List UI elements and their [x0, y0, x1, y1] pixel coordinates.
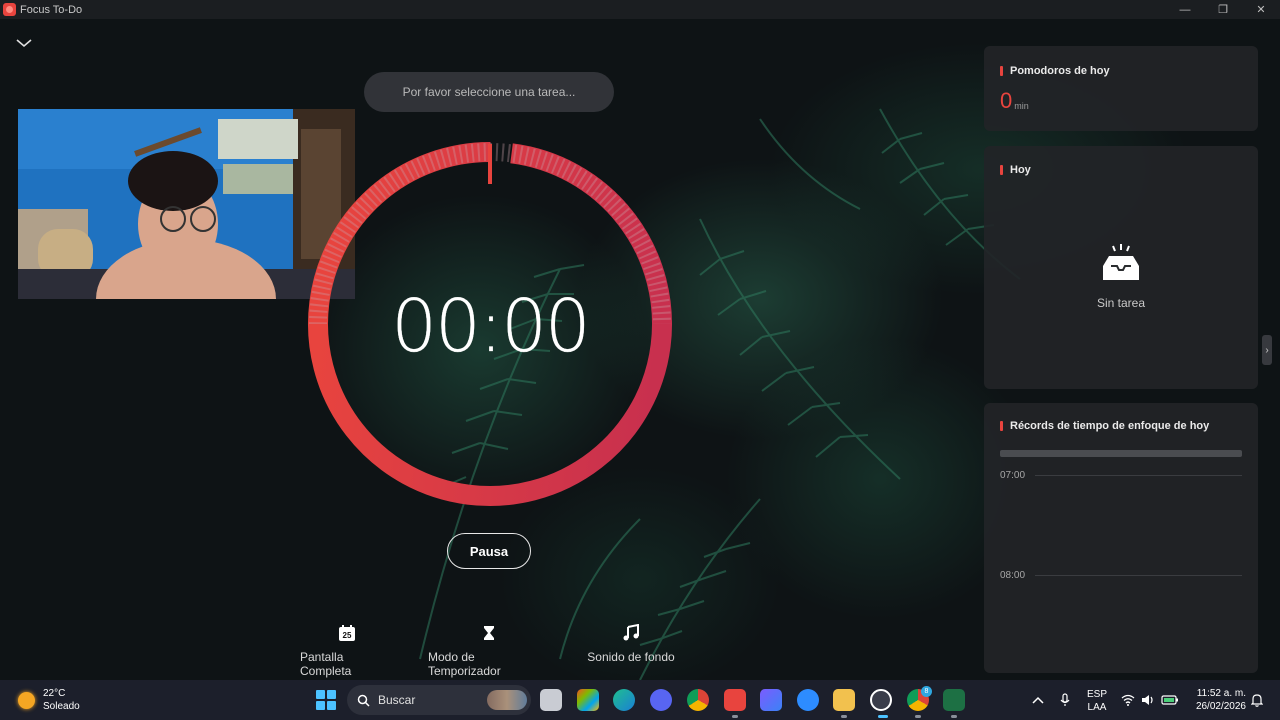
battery-button[interactable]: [1161, 680, 1179, 720]
obs-studio-icon[interactable]: [870, 689, 892, 711]
minimize-button[interactable]: —: [1166, 0, 1204, 19]
speaker-icon: [1142, 695, 1153, 705]
discord-icon[interactable]: [650, 689, 672, 711]
music-note-icon: [623, 624, 639, 641]
clock-time: 11:52 a. m.: [1196, 688, 1246, 699]
running-indicator: [841, 715, 847, 718]
today-title: Hoy: [1010, 164, 1031, 176]
notifications-button[interactable]: [1251, 680, 1263, 720]
taskbar: 22°C Soleado Buscar 8 ESP LAA 11:52 a. m…: [0, 680, 1280, 720]
window-title: Focus To-Do: [20, 3, 83, 16]
today-panel: Hoy Sin tarea: [984, 146, 1258, 389]
close-button[interactable]: ✕: [1242, 0, 1280, 19]
timer-mode-label: Modo de Temporizador: [428, 650, 501, 678]
focus-todo-icon[interactable]: [724, 689, 746, 711]
input-language-button[interactable]: ESP LAA: [1087, 688, 1107, 714]
volume-button[interactable]: [1141, 680, 1155, 720]
hour-row: 08:00: [1000, 570, 1242, 581]
weather-condition: Soleado: [43, 701, 80, 712]
search-label: Buscar: [378, 693, 416, 707]
app-logo-icon: [3, 3, 16, 16]
bell-icon: [1251, 693, 1263, 707]
title-bar: Focus To-Do — ❐ ✕: [0, 0, 1280, 19]
accent-bar: [1000, 421, 1003, 431]
network-button[interactable]: [1121, 680, 1135, 720]
clock[interactable]: 11:52 a. m. 26/02/2026: [1190, 687, 1246, 713]
focus-records-title: Récords de tiempo de enfoque de hoy: [1010, 420, 1210, 432]
accent-bar: [1000, 66, 1003, 76]
running-indicator: [732, 715, 738, 718]
copilot-icon[interactable]: [577, 689, 599, 711]
microphone-icon: [1060, 693, 1070, 706]
main-area: Por favor seleccione una tarea... 00:00 …: [0, 19, 1280, 680]
pomodoros-unit: min: [1014, 101, 1029, 111]
pomodoros-value: 0: [1000, 88, 1013, 113]
clock-date: 26/02/2026: [1195, 701, 1246, 712]
zoom-icon[interactable]: [797, 689, 819, 711]
microphone-button[interactable]: [1060, 680, 1070, 720]
obsidian-icon[interactable]: [760, 689, 782, 711]
expand-panel-arrow-icon[interactable]: ›: [1262, 335, 1272, 365]
timer-display: 00:00: [391, 284, 591, 368]
start-button[interactable]: [316, 690, 336, 710]
pomodoros-panel: Pomodoros de hoy 0 min: [984, 46, 1258, 131]
task-view-icon[interactable]: [540, 689, 562, 711]
empty-task-label: Sin tarea: [1096, 296, 1146, 310]
file-explorer-icon[interactable]: [833, 689, 855, 711]
chrome-icon[interactable]: [687, 689, 709, 711]
active-indicator: [878, 715, 888, 718]
chevron-up-icon: [1032, 696, 1044, 704]
taskbar-search[interactable]: Buscar: [347, 685, 531, 715]
focus-records-panel: Récords de tiempo de enfoque de hoy 07:0…: [984, 403, 1258, 673]
fullscreen-label: Pantalla Completa: [300, 650, 352, 678]
hourglass-icon: [484, 626, 494, 640]
keyboard-layout: LAA: [1087, 702, 1107, 713]
excel-icon[interactable]: [943, 689, 965, 711]
running-indicator: [951, 715, 957, 718]
maximize-button[interactable]: ❐: [1204, 0, 1242, 19]
timer-marker: [488, 144, 492, 184]
hour-label: 07:00: [1000, 470, 1026, 481]
hour-row: 07:00: [1000, 470, 1242, 481]
collapse-chevron-icon[interactable]: [14, 35, 34, 51]
language-code: ESP: [1087, 689, 1108, 700]
pause-button[interactable]: Pausa: [447, 533, 531, 569]
edge-icon[interactable]: [613, 689, 635, 711]
pomodoros-title: Pomodoros de hoy: [1010, 65, 1110, 77]
calendar-icon: 25: [339, 625, 355, 641]
background-sound-label: Sonido de fondo: [587, 650, 675, 664]
wifi-icon: [1121, 694, 1135, 706]
sun-icon: [18, 691, 35, 709]
empty-tray-icon: [1103, 244, 1139, 280]
accent-bar: [1000, 165, 1003, 175]
show-hidden-icons-button[interactable]: [1032, 680, 1044, 720]
calendar-badge: 25: [343, 631, 352, 640]
search-icon: [357, 694, 370, 707]
task-select-input[interactable]: Por favor seleccione una tarea...: [364, 72, 614, 112]
hour-label: 08:00: [1000, 570, 1026, 581]
timer-mode-button[interactable]: Modo de Temporizador: [428, 624, 550, 678]
notification-badge: 8: [921, 686, 932, 697]
search-highlight-image: [487, 690, 527, 710]
weather-widget[interactable]: 22°C Soleado: [18, 687, 80, 713]
weather-temperature: 22°C: [43, 688, 66, 699]
battery-icon: [1161, 695, 1178, 705]
background-sound-button[interactable]: Sonido de fondo: [587, 624, 675, 664]
running-indicator: [915, 715, 921, 718]
fullscreen-button[interactable]: 25 Pantalla Completa: [300, 624, 394, 678]
focus-records-scrollbar[interactable]: [1000, 450, 1242, 457]
